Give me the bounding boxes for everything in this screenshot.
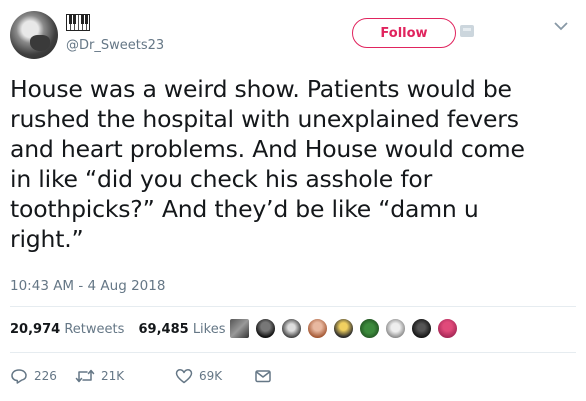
likes-count[interactable]: 69,485 bbox=[139, 322, 189, 337]
tweet-text: House was a weird show. Patients would b… bbox=[10, 75, 525, 253]
tweet-timestamp[interactable]: 10:43 AM - 4 Aug 2018 bbox=[10, 278, 165, 294]
retweets-label[interactable]: Retweets bbox=[64, 322, 124, 337]
divider bbox=[10, 352, 576, 353]
like-count: 69K bbox=[199, 369, 223, 383]
follow-button[interactable]: Follow bbox=[352, 18, 456, 48]
liker-avatar[interactable] bbox=[359, 318, 380, 339]
message-icon bbox=[255, 370, 271, 383]
retweet-icon bbox=[75, 369, 95, 383]
retweet-count: 21K bbox=[101, 369, 125, 383]
user-handle[interactable]: @Dr_Sweets23 bbox=[66, 38, 164, 53]
liker-avatar[interactable] bbox=[333, 318, 354, 339]
liker-avatar[interactable] bbox=[281, 318, 302, 339]
liker-avatar[interactable] bbox=[411, 318, 432, 339]
direct-message-icon[interactable] bbox=[460, 25, 474, 37]
piano-icon bbox=[66, 14, 90, 31]
like-icon bbox=[175, 369, 193, 384]
likes-label[interactable]: Likes bbox=[193, 322, 226, 337]
liker-avatars bbox=[229, 318, 463, 344]
reply-count: 226 bbox=[34, 369, 57, 383]
tweet-stats: 20,974 Retweets 69,485 Likes bbox=[10, 322, 236, 337]
chevron-down-icon[interactable] bbox=[551, 18, 571, 34]
reply-icon bbox=[11, 369, 27, 384]
like-button[interactable]: 69K bbox=[175, 368, 222, 384]
retweet-button[interactable]: 21K bbox=[75, 368, 124, 384]
reply-button[interactable]: 226 bbox=[10, 368, 57, 384]
divider bbox=[10, 306, 576, 307]
liker-avatar[interactable] bbox=[385, 318, 406, 339]
liker-avatar[interactable] bbox=[255, 318, 276, 339]
liker-avatar[interactable] bbox=[307, 318, 328, 339]
tweet-actions: 226 21K 69K bbox=[10, 368, 310, 388]
avatar[interactable] bbox=[10, 11, 58, 59]
message-button[interactable] bbox=[254, 368, 278, 384]
avatar-beard bbox=[30, 35, 50, 51]
liker-avatar[interactable] bbox=[229, 318, 250, 339]
retweets-count[interactable]: 20,974 bbox=[10, 322, 60, 337]
liker-avatar[interactable] bbox=[437, 318, 458, 339]
